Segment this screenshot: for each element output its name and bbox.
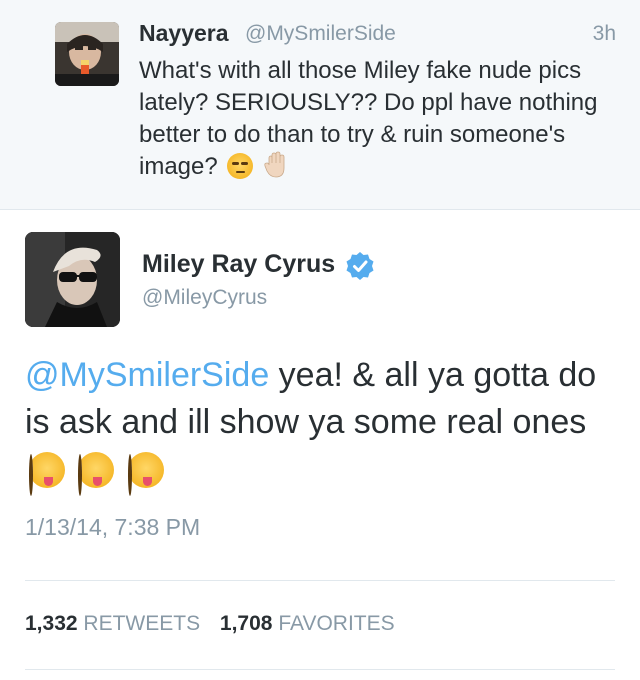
retweets-stat[interactable]: 1,332 RETWEETS bbox=[25, 612, 200, 635]
avatar[interactable] bbox=[55, 22, 119, 86]
avatar[interactable] bbox=[25, 232, 120, 327]
reply-author-name[interactable]: Nayyera bbox=[139, 20, 229, 47]
reply-text-body: What's with all those Miley fake nude pi… bbox=[139, 57, 598, 180]
verified-badge-icon bbox=[346, 252, 374, 280]
tweet-stats: 1,332 RETWEETS 1,708 FAVORITES bbox=[25, 612, 409, 636]
divider bbox=[25, 669, 615, 670]
tweet-author-handle[interactable]: @MileyCyrus bbox=[142, 286, 267, 310]
tweet-author-name[interactable]: Miley Ray Cyrus bbox=[142, 250, 335, 279]
favorites-stat[interactable]: 1,708 FAVORITES bbox=[220, 612, 395, 635]
tweet-text: @MySmilerSide yea! & all ya gotta do is … bbox=[25, 352, 625, 496]
raised-hand-icon bbox=[264, 151, 285, 178]
retweets-count: 1,332 bbox=[25, 612, 78, 635]
reply-author-handle[interactable]: @MySmilerSide bbox=[245, 22, 396, 46]
winking-tongue-face-icon bbox=[127, 452, 164, 496]
mention-link[interactable]: @MySmilerSide bbox=[25, 356, 269, 394]
reply-timestamp: 3h bbox=[592, 22, 616, 45]
reply-tweet-text: What's with all those Miley fake nude pi… bbox=[139, 55, 609, 183]
reply-context-tweet[interactable]: Nayyera @MySmilerSide 3h What's with all… bbox=[0, 0, 640, 210]
favorites-count: 1,708 bbox=[219, 612, 273, 635]
tweet-timestamp: 1/13/14, 7:38 PM bbox=[25, 514, 201, 540]
divider bbox=[25, 580, 615, 581]
favorites-label: FAVORITES bbox=[278, 612, 395, 635]
winking-tongue-face-icon bbox=[29, 452, 65, 496]
winking-tongue-face-icon bbox=[78, 452, 115, 496]
unamused-face-icon bbox=[227, 153, 254, 179]
retweets-label: RETWEETS bbox=[83, 612, 201, 635]
